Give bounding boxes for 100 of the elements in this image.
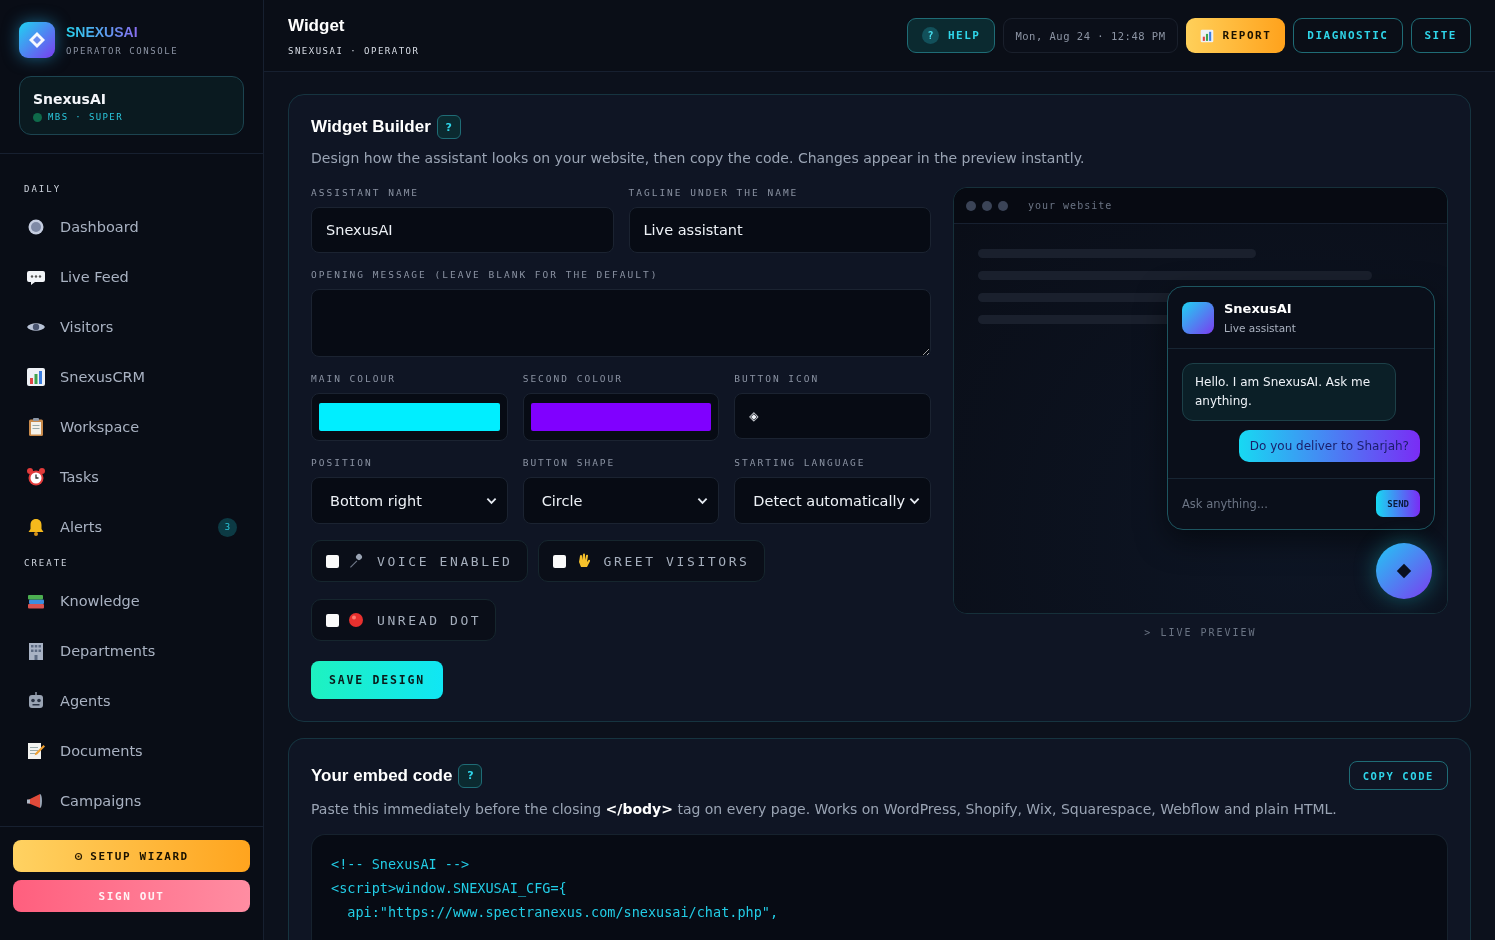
caret-icon [485,496,497,505]
diamond-logo-icon [19,22,55,58]
card-title: Your embed code [311,765,453,786]
nav-item[interactable]: SnexusCRM [0,352,263,402]
bar-chart-icon [1199,28,1214,43]
card-description: Design how the assistant looks on your website, then copy the code. Changes appear in the preview instantly. [311,150,1086,166]
brand-name: SNEXUSAI [66,24,138,40]
nav-label: Departments [60,643,157,659]
save-design-button[interactable]: SAVE DESIGN [311,661,443,699]
bar-chart-icon [26,367,46,387]
card-description: Paste this immediately before the closing </body> tag on every page. Works on WordPress, Shopify, Wix, Squarespace, Webflow and plain HTML. [311,801,1338,817]
option-label: UNREAD DOT [377,612,482,628]
field-label: STARTING LANGUAGE [734,457,867,468]
field-label: BUTTON ICON [734,373,821,384]
field-label: OPENING MESSAGE (LEAVE BLANK FOR THE DEFAULT) [311,269,660,280]
building-icon [26,641,46,661]
widget-name: SnexusAI [1224,301,1293,316]
date-time: Mon, Aug 24 · 12:48 PM [1003,18,1178,53]
page-title: Widget [288,15,346,36]
nav-item[interactable]: Live Feed [0,252,263,302]
field-label: POSITION [311,457,374,468]
code-line: api:"https://www.spectranexus.com/snexusai/chat.php", [346,903,779,922]
memo-icon [26,741,46,761]
code-line: <!-- SnexusAI --> [331,855,470,874]
option-label: GREET VISITORS [603,553,750,569]
dot-circle-icon [26,217,46,237]
diamond-icon [1395,562,1413,580]
checkbox[interactable] [552,554,566,568]
field-label: SECOND COLOUR [522,373,624,384]
input-field[interactable]: SnexusAI [311,207,614,253]
field-label: TAGLINE UNDER THE NAME [628,187,800,198]
field-label: ASSISTANT NAME [311,187,421,198]
setup-wizard-button[interactable]: SETUP WIZARD [13,840,250,872]
header-button[interactable]: DIAGNOSTIC [1293,18,1403,53]
nav-item[interactable]: Workspace [0,402,263,452]
widget-tagline: Live assistant [1224,322,1296,334]
help-button[interactable]: ? HELP [906,18,996,53]
user-message: Do you deliver to Sharjah? [1238,430,1420,462]
nav-label: Knowledge [60,593,141,609]
field-label: MAIN COLOUR [311,373,397,384]
nav-label: SnexusCRM [60,369,147,385]
bell-icon [26,517,46,537]
input-field[interactable]: Live assistant [628,207,931,253]
alarm-clock-icon [26,467,46,487]
nav-item[interactable]: Departments [0,626,263,676]
copy-code-button[interactable]: COPY CODE [1348,761,1448,790]
nav-label: Visitors [60,319,115,335]
nav-item[interactable]: Visitors [0,302,263,352]
header-button[interactable]: REPORT [1185,18,1286,53]
nav-item[interactable]: Alerts 3 [0,502,263,552]
nav-item[interactable]: Documents [0,726,263,776]
nav-item[interactable]: Knowledge [0,576,263,626]
account-name: SnexusAI [33,91,107,107]
colour-field[interactable] [522,393,720,441]
code-line: <script>window.SNEXUSAI_CFG={ [331,879,567,898]
status-dot [33,112,42,122]
nav-item[interactable]: Campaigns [0,776,263,826]
help-badge[interactable]: ? [436,115,461,139]
nav-label: Dashboard [60,219,140,235]
option-label: VOICE ENABLED [377,553,513,569]
select-field[interactable]: Detect automatically [734,477,931,524]
nav-label: Agents [60,693,112,709]
section-title: DAILY [23,184,63,194]
clipboard-icon [26,417,46,437]
page-subtitle: SNEXUSAI · OPERATOR [288,45,420,56]
nav-item[interactable]: Tasks [0,452,263,502]
nav-label: Tasks [60,469,100,485]
gear-icon [74,851,84,861]
checkbox[interactable] [326,613,339,627]
colour-field[interactable] [311,393,508,441]
field-label: BUTTON SHAPE [522,457,617,468]
caret-icon [909,496,920,505]
launcher-button[interactable] [1376,543,1432,599]
nav-label: Documents [60,743,144,759]
chat-input[interactable]: Ask anything... [1182,496,1332,511]
brand-subtitle: OPERATOR CONSOLE [66,46,179,56]
message-field[interactable] [311,289,931,357]
select-field[interactable]: Circle [522,477,720,524]
account-role: MBS · SUPER [48,112,123,122]
send-button[interactable]: SEND [1376,490,1420,517]
nav-label: Campaigns [60,793,143,809]
help-badge[interactable]: ? [458,763,483,788]
nav-item[interactable]: Dashboard [0,202,263,252]
checkbox[interactable] [326,554,339,568]
bot-message: Hello. I am SnexusAI. Ask me anything. [1182,363,1396,421]
microphone-icon [348,553,364,569]
section-title: CREATE [23,558,70,568]
dot-icon [348,612,364,628]
nav-label: Alerts [60,519,104,535]
select-field[interactable]: Bottom right [311,477,508,524]
nav-label: Live Feed [60,269,130,285]
address-text: your website [1028,200,1113,211]
nav-item[interactable]: Agents [0,676,263,726]
input-field[interactable]: ◈ [734,393,931,439]
card-title: Widget Builder [311,117,431,137]
robot-icon [26,691,46,711]
header-button[interactable]: SITE [1410,18,1471,53]
preview-caption: > LIVE PREVIEW [1144,627,1257,638]
caret-icon [697,496,709,505]
nav-label: Workspace [60,419,141,435]
